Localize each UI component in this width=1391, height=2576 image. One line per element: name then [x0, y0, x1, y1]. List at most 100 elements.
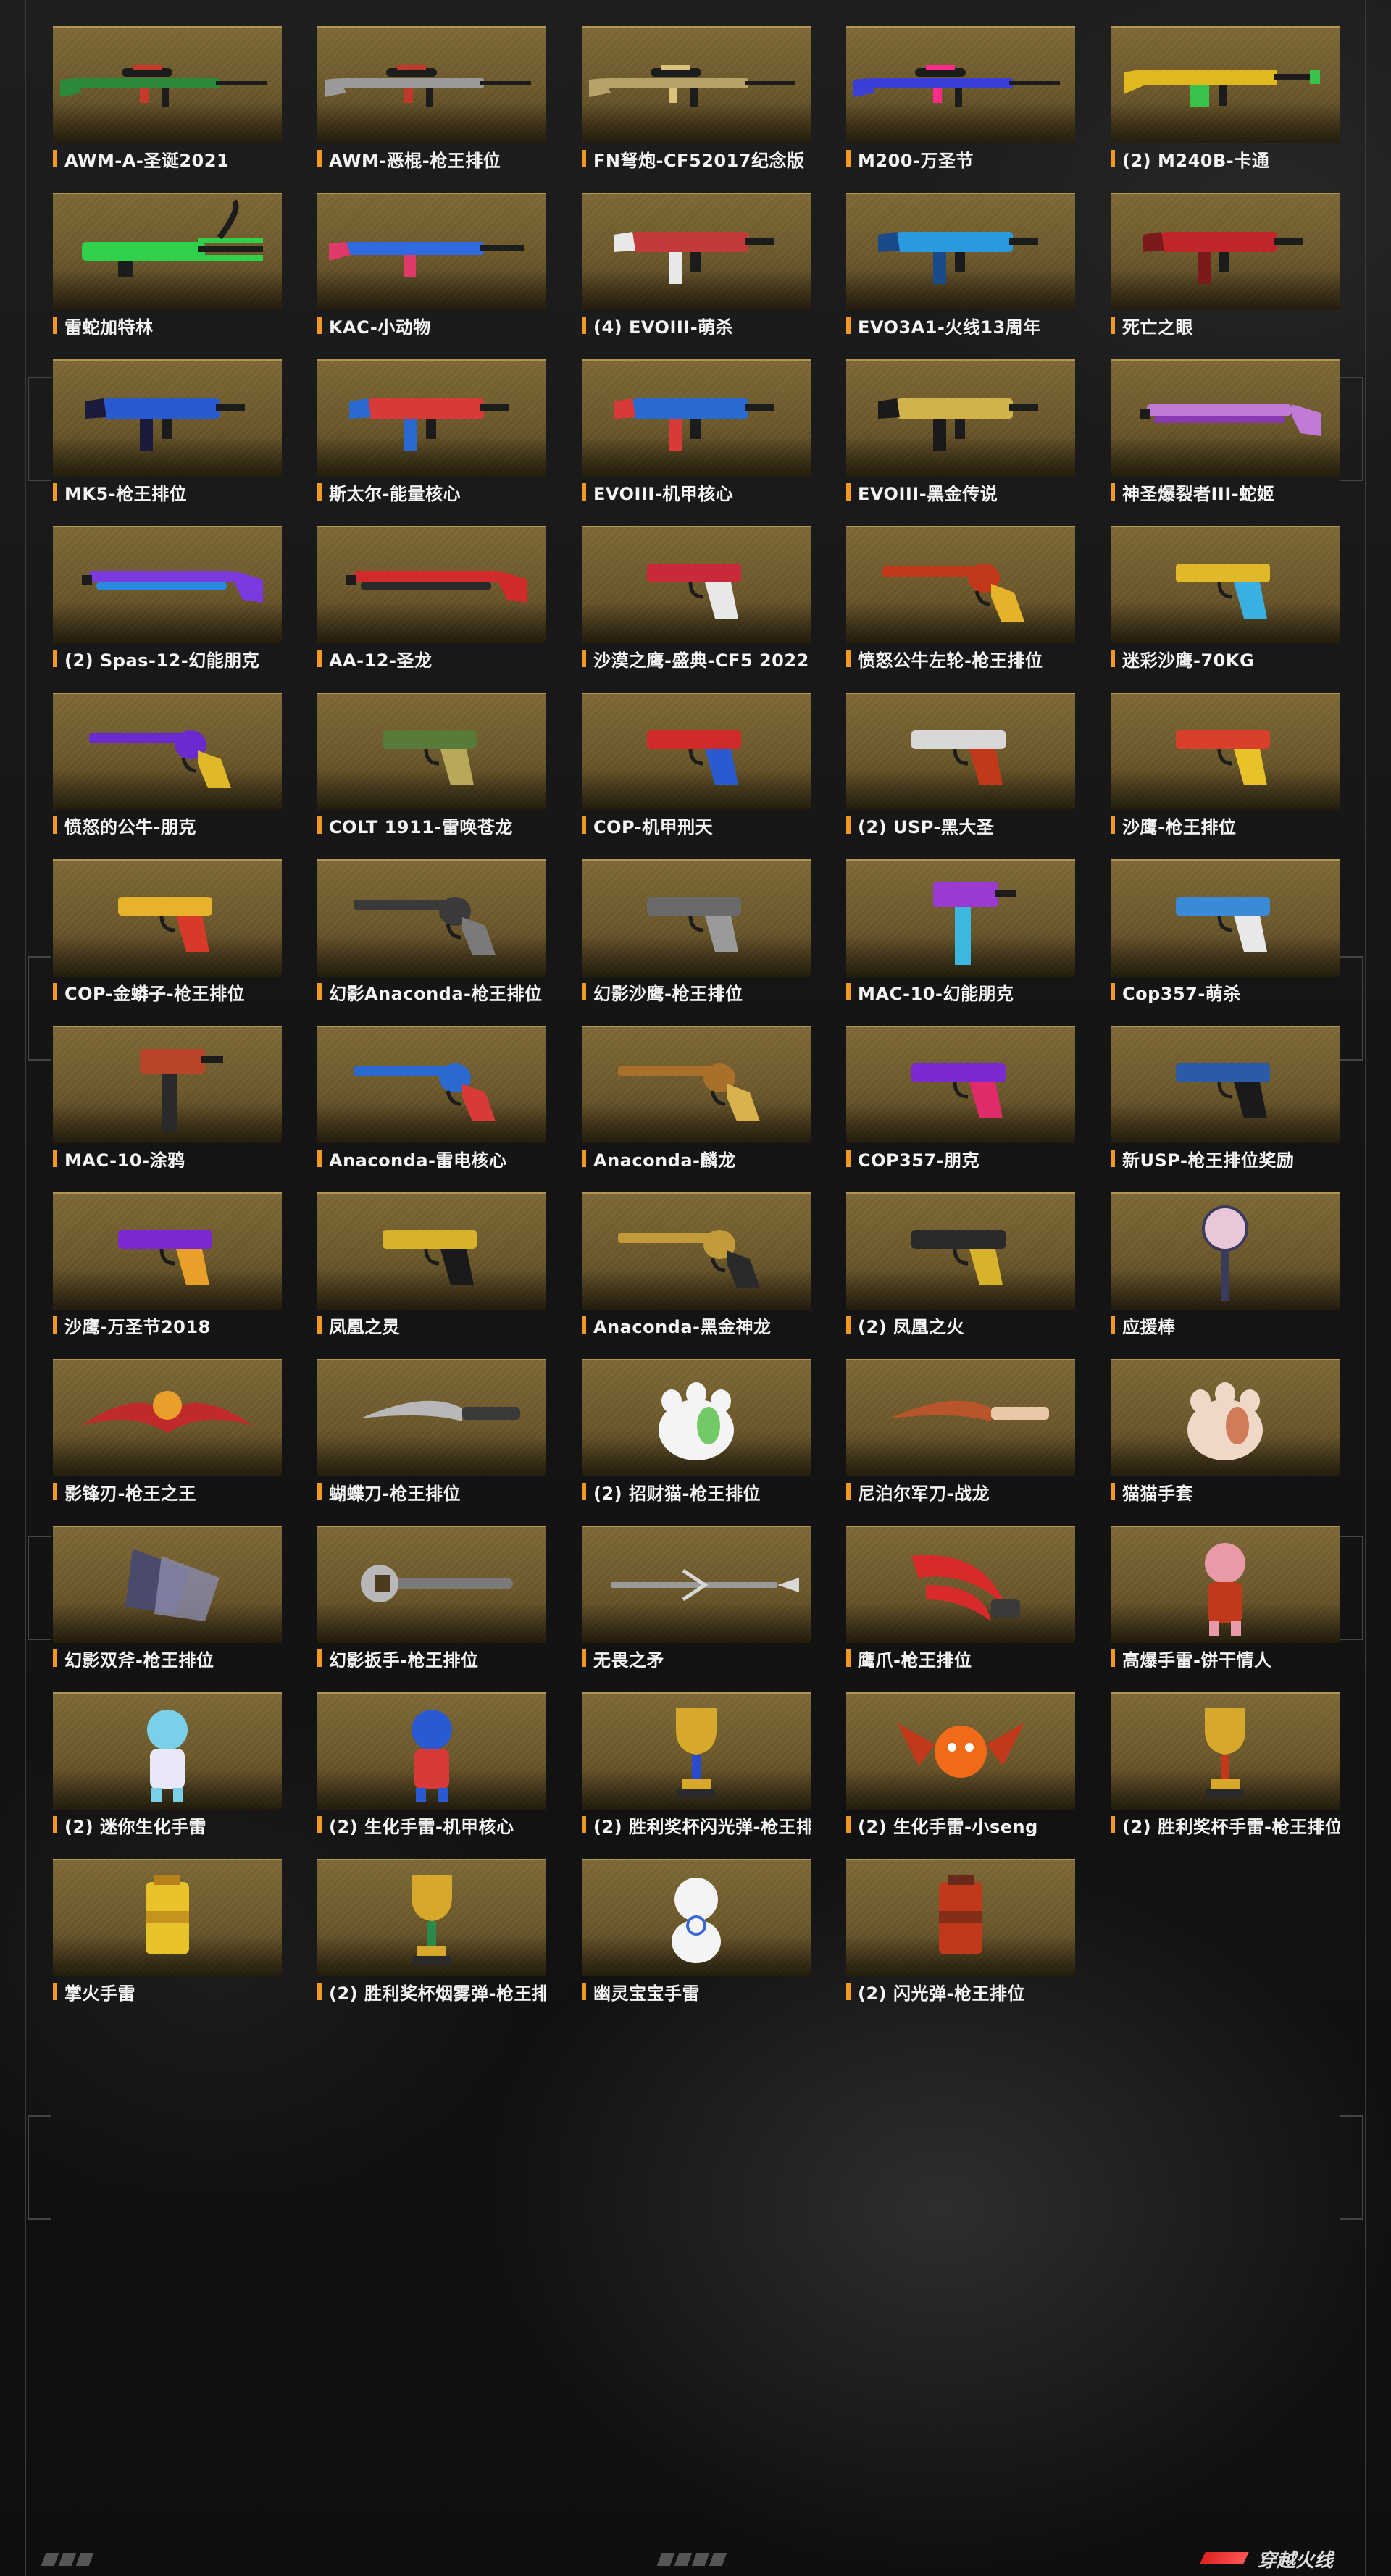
item-card[interactable]: AWM-恶棍-枪王排位	[317, 26, 546, 193]
item-thumbnail	[846, 193, 1075, 310]
item-card[interactable]: (4) EVOIII-萌杀	[582, 193, 811, 359]
item-card[interactable]: M200-万圣节	[846, 26, 1075, 193]
item-card[interactable]: 沙鹰-万圣节2018	[53, 1192, 282, 1359]
trophy-icon	[1111, 1694, 1340, 1810]
item-card[interactable]: (2) M240B-卡通	[1111, 26, 1340, 193]
label-accent-bar	[582, 150, 586, 167]
item-card[interactable]: (2) 迷你生化手雷	[53, 1692, 282, 1859]
item-card[interactable]: 幻影双斧-枪王排位	[53, 1526, 282, 1692]
item-card[interactable]: 蝴蝶刀-枪王排位	[317, 1359, 546, 1526]
item-label-row: EVOIII-黑金传说	[846, 481, 1075, 504]
label-accent-bar	[846, 1983, 851, 2000]
label-accent-bar	[846, 1150, 851, 1167]
label-accent-bar	[846, 317, 851, 334]
item-card[interactable]: Anaconda-黑金神龙	[582, 1192, 811, 1359]
item-card[interactable]: 死亡之眼	[1111, 193, 1340, 359]
label-accent-bar	[53, 1483, 57, 1500]
claw-icon	[846, 1527, 1075, 1643]
item-card[interactable]: 沙鹰-枪王排位	[1111, 693, 1340, 859]
item-card[interactable]: Cop357-萌杀	[1111, 859, 1340, 1026]
item-card[interactable]: (2) 闪光弹-枪王排位	[846, 1859, 1075, 2025]
label-accent-bar	[846, 1649, 851, 1667]
label-accent-bar	[317, 1816, 322, 1833]
item-card[interactable]: (2) 胜利奖杯烟雾弹-枪王排	[317, 1859, 546, 2025]
left-bracket-deco	[28, 2115, 51, 2220]
item-card[interactable]: 幻影扳手-枪王排位	[317, 1526, 546, 1692]
item-card[interactable]: EVOIII-黑金传说	[846, 359, 1075, 526]
item-label: 沙鹰-万圣节2018	[64, 1316, 211, 1337]
ghost-icon	[582, 1860, 811, 1976]
doll-icon	[1111, 1527, 1340, 1643]
item-card[interactable]: MAC-10-涂鸦	[53, 1026, 282, 1192]
item-card[interactable]: COP-机甲刑天	[582, 693, 811, 859]
pistol-icon	[846, 694, 1075, 810]
item-card[interactable]: (2) Spas-12-幻能朋克	[53, 526, 282, 693]
item-card[interactable]: (2) USP-黑大圣	[846, 693, 1075, 859]
item-label-row: KAC-小动物	[317, 314, 546, 338]
item-card[interactable]: 尼泊尔军刀-战龙	[846, 1359, 1075, 1526]
item-card[interactable]: 幻影Anaconda-枪王排位	[317, 859, 546, 1026]
item-card[interactable]: MAC-10-幻能朋克	[846, 859, 1075, 1026]
item-card[interactable]: EVOIII-机甲核心	[582, 359, 811, 526]
item-label-row: (2) 生化手雷-机甲核心	[317, 1814, 546, 1837]
revolver-icon	[53, 694, 282, 810]
item-card[interactable]: Anaconda-麟龙	[582, 1026, 811, 1192]
item-card[interactable]: 影锋刃-枪王之王	[53, 1359, 282, 1526]
pistol-icon	[1111, 861, 1340, 977]
item-label: COP357-朋克	[858, 1150, 980, 1171]
item-thumbnail	[846, 1692, 1075, 1810]
item-card[interactable]: 掌火手雷	[53, 1859, 282, 2025]
item-thumbnail	[582, 1192, 811, 1310]
item-card[interactable]: MK5-枪王排位	[53, 359, 282, 526]
item-card[interactable]: 应援棒	[1111, 1192, 1340, 1359]
item-label: 幻影Anaconda-枪王排位	[329, 983, 543, 1004]
item-card[interactable]: (2) 招财猫-枪王排位	[582, 1359, 811, 1526]
item-label-row: (2) M240B-卡通	[1111, 148, 1340, 171]
item-card[interactable]: AA-12-圣龙	[317, 526, 546, 693]
item-label: (2) 闪光弹-枪王排位	[858, 1983, 1025, 2004]
item-card[interactable]: EVO3A1-火线13周年	[846, 193, 1075, 359]
item-card[interactable]: KAC-小动物	[317, 193, 546, 359]
item-card[interactable]: (2) 生化手雷-小seng	[846, 1692, 1075, 1859]
item-card[interactable]: (2) 胜利奖杯闪光弹-枪王排	[582, 1692, 811, 1859]
item-card[interactable]: AWM-A-圣诞2021	[53, 26, 282, 193]
item-card[interactable]: (2) 凤凰之火	[846, 1192, 1075, 1359]
item-card[interactable]: 愤怒的公牛-朋克	[53, 693, 282, 859]
right-bracket-deco	[1340, 1536, 1363, 1640]
item-label: 愤怒的公牛-朋克	[64, 816, 196, 837]
item-label-row: 神圣爆裂者III-蛇姬	[1111, 481, 1340, 504]
item-label: (2) 生化手雷-小seng	[858, 1816, 1038, 1837]
item-card[interactable]: COP357-朋克	[846, 1026, 1075, 1192]
label-accent-bar	[1111, 983, 1115, 1000]
item-card[interactable]: 猫猫手套	[1111, 1359, 1340, 1526]
item-card[interactable]: 幽灵宝宝手雷	[582, 1859, 811, 2025]
item-card[interactable]: 愤怒公牛左轮-枪王排位	[846, 526, 1075, 693]
item-card[interactable]: 凤凰之灵	[317, 1192, 546, 1359]
item-thumbnail	[1111, 1359, 1340, 1476]
item-label-row: 应援棒	[1111, 1314, 1340, 1337]
item-thumbnail	[53, 693, 282, 810]
item-label-row: FN弩炮-CF52017纪念版	[582, 148, 811, 171]
item-card[interactable]: (2) 生化手雷-机甲核心	[317, 1692, 546, 1859]
item-label-row: Anaconda-麟龙	[582, 1147, 811, 1171]
item-card[interactable]: 高爆手雷-饼干情人	[1111, 1526, 1340, 1692]
item-card[interactable]: 斯太尔-能量核心	[317, 359, 546, 526]
item-card[interactable]: 无畏之矛	[582, 1526, 811, 1692]
item-card[interactable]: Anaconda-雷电核心	[317, 1026, 546, 1192]
item-card[interactable]: COLT 1911-雷唤苍龙	[317, 693, 546, 859]
item-card[interactable]: 神圣爆裂者III-蛇姬	[1111, 359, 1340, 526]
item-card[interactable]: 新USP-枪王排位奖励	[1111, 1026, 1340, 1192]
item-label: 迷彩沙鹰-70KG	[1122, 650, 1255, 671]
item-card[interactable]: 幻影沙鹰-枪王排位	[582, 859, 811, 1026]
item-card[interactable]: 沙漠之鹰-盛典-CF5 2022	[582, 526, 811, 693]
item-card[interactable]: FN弩炮-CF52017纪念版	[582, 26, 811, 193]
item-card[interactable]: 鹰爪-枪王排位	[846, 1526, 1075, 1692]
item-label: 愤怒公牛左轮-枪王排位	[858, 650, 1043, 671]
item-card[interactable]: 雷蛇加特林	[53, 193, 282, 359]
item-card[interactable]: COP-金蟒子-枪王排位	[53, 859, 282, 1026]
item-card[interactable]: 迷彩沙鹰-70KG	[1111, 526, 1340, 693]
item-label: 幽灵宝宝手雷	[593, 1983, 700, 2004]
item-card[interactable]: (2) 胜利奖杯手雷-枪王排位	[1111, 1692, 1340, 1859]
mac-icon	[53, 1027, 282, 1143]
sniper-icon	[582, 28, 811, 143]
